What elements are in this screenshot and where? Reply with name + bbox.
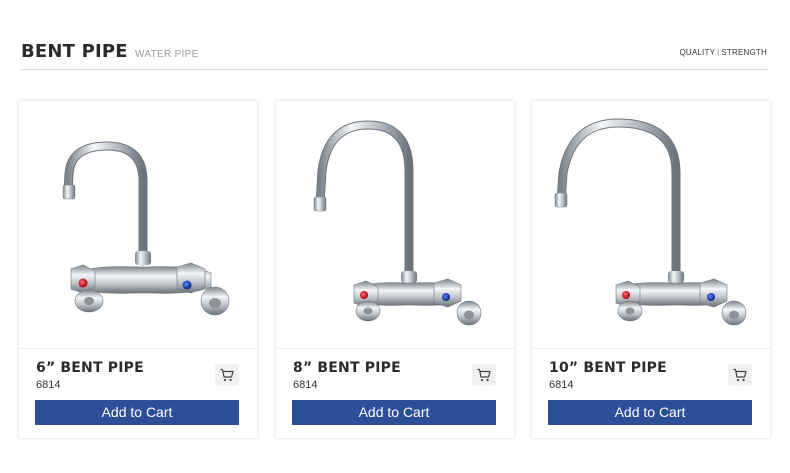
add-to-cart-button[interactable]: Add to Cart	[548, 400, 752, 425]
product-sku: 6814	[36, 379, 61, 391]
page-subtitle: WATER PIPE	[135, 49, 199, 60]
product-image[interactable]	[19, 101, 257, 349]
product-image[interactable]	[276, 101, 514, 349]
product-image[interactable]	[532, 101, 770, 349]
product-sku: 6814	[293, 379, 318, 391]
cart-icon	[220, 368, 234, 382]
cart-icon-button[interactable]	[728, 364, 752, 386]
cart-icon-button[interactable]	[472, 364, 496, 386]
tagline-separator: |	[717, 48, 720, 57]
tagline-quality: QUALITY	[679, 48, 716, 57]
add-to-cart-button[interactable]: Add to Cart	[292, 400, 496, 425]
product-name: 8” BENT PIPE	[293, 360, 401, 376]
product-sku: 6814	[549, 379, 574, 391]
product-card[interactable]: 10” BENT PIPE 6814 Add to Cart	[532, 101, 770, 438]
cart-icon-button[interactable]	[215, 364, 239, 386]
product-name: 10” BENT PIPE	[549, 360, 667, 376]
product-name: 6” BENT PIPE	[36, 360, 144, 376]
add-to-cart-button[interactable]: Add to Cart	[35, 400, 239, 425]
section-header: BENT PIPE WATER PIPE QUALITY | STRENGTH	[21, 36, 769, 70]
page-title: BENT PIPE	[21, 41, 128, 62]
tagline-strength: STRENGTH	[721, 48, 767, 57]
cart-icon	[477, 368, 491, 382]
product-card[interactable]: 6” BENT PIPE 6814 Add to Cart	[19, 101, 257, 438]
product-card[interactable]: 8” BENT PIPE 6814 Add to Cart	[276, 101, 514, 438]
tagline: QUALITY | STRENGTH	[679, 48, 767, 57]
cart-icon	[733, 368, 747, 382]
